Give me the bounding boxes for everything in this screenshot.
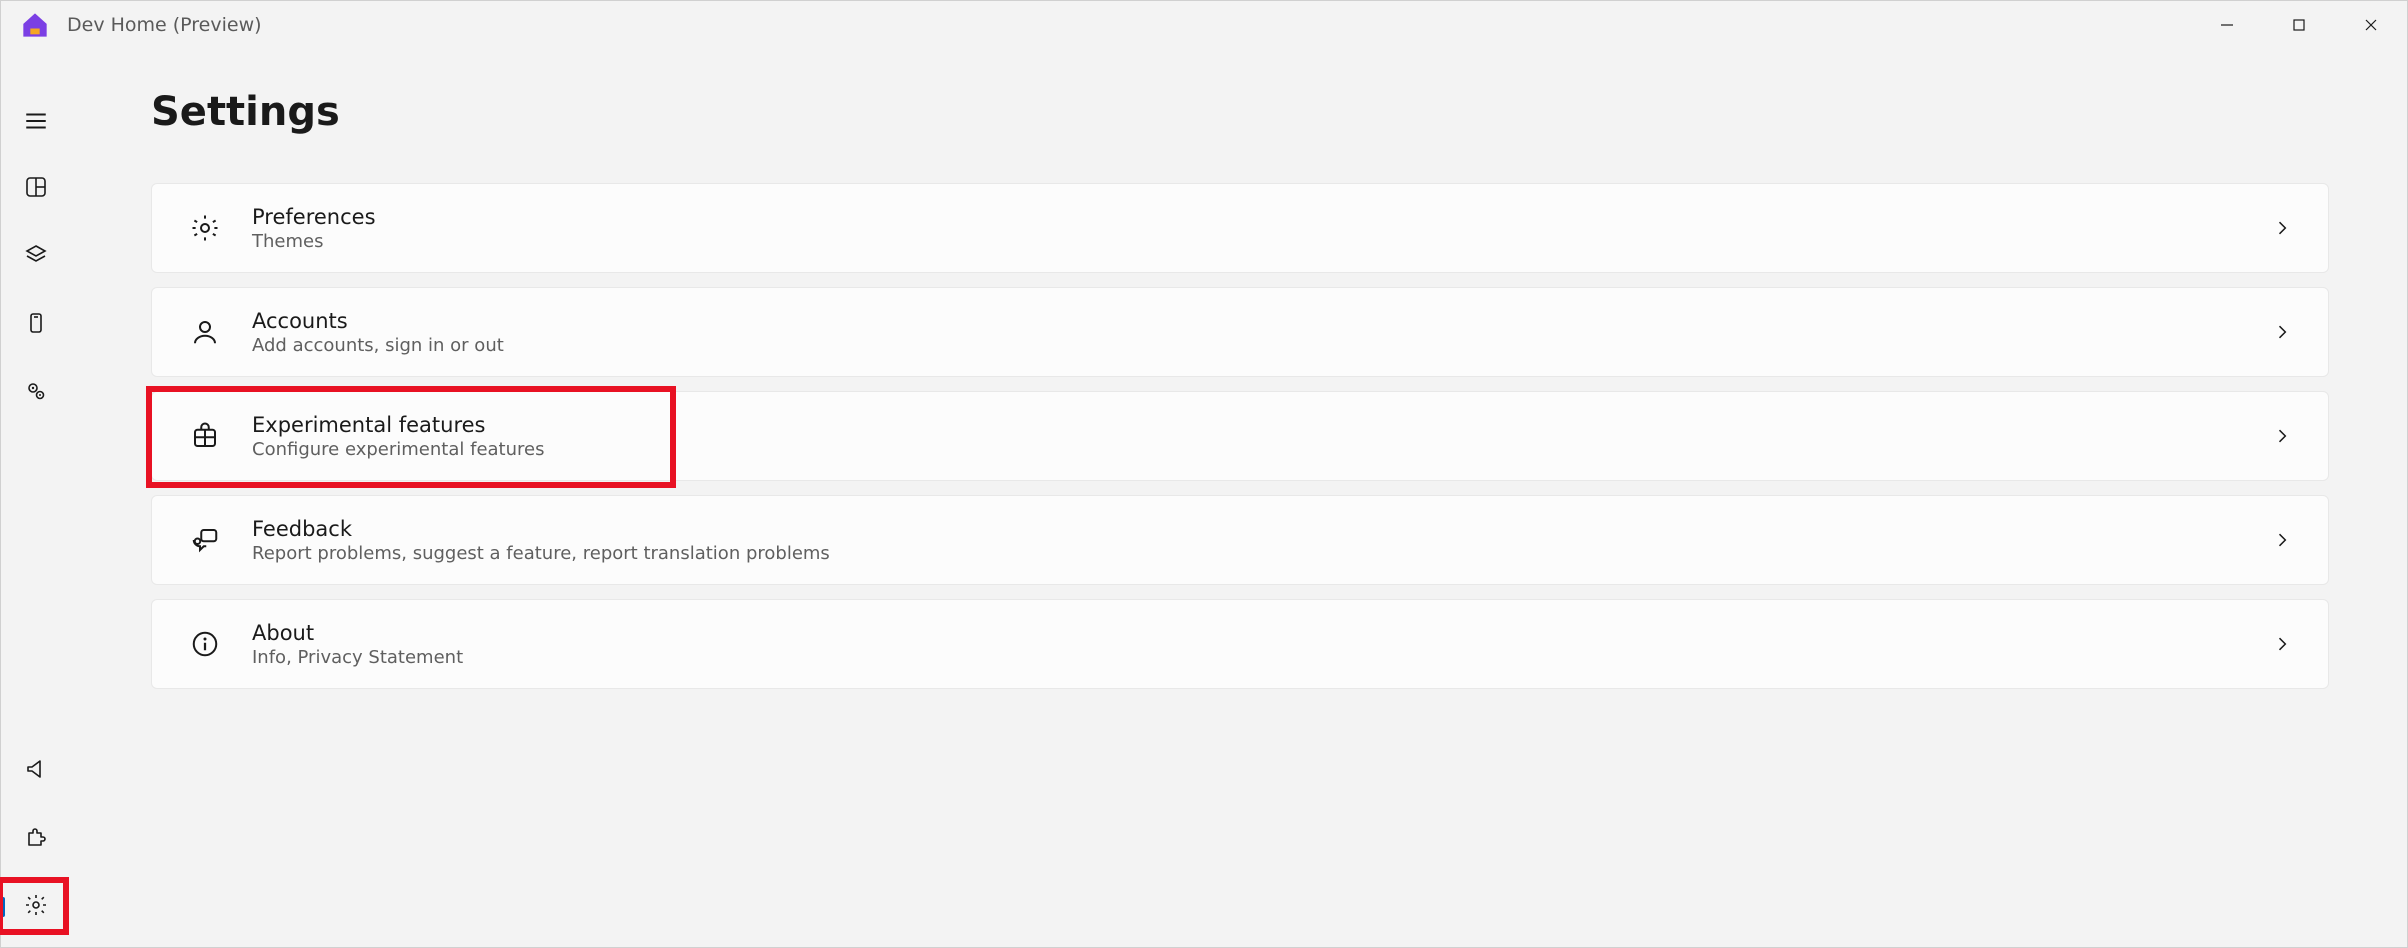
card-desc: Configure experimental features [252, 439, 2242, 460]
person-icon [188, 315, 222, 349]
window-controls [2191, 1, 2407, 49]
sidebar-top-group [1, 101, 71, 413]
sidebar-item-layers[interactable] [11, 237, 61, 277]
chevron-right-icon [2272, 322, 2292, 342]
content-area: Settings Preferences Themes Accounts [71, 49, 2407, 947]
window-title: Dev Home (Preview) [67, 14, 262, 36]
sidebar-item-device[interactable] [11, 305, 61, 345]
hamburger-button[interactable] [11, 101, 61, 141]
app-icon [21, 11, 49, 39]
card-desc: Add accounts, sign in or out [252, 335, 2242, 356]
megaphone-icon [24, 757, 48, 785]
puzzle-icon [24, 825, 48, 853]
gears-icon [24, 379, 48, 407]
card-text: Experimental features Configure experime… [252, 413, 2242, 460]
experimental-icon [188, 419, 222, 453]
maximize-button[interactable] [2263, 1, 2335, 49]
page-title: Settings [151, 89, 2337, 135]
titlebar-left: Dev Home (Preview) [21, 11, 262, 39]
card-title: Accounts [252, 309, 2242, 333]
settings-item-experimental[interactable]: Experimental features Configure experime… [151, 391, 2329, 481]
sidebar-item-whatsnew[interactable] [11, 751, 61, 791]
card-title: Preferences [252, 205, 2242, 229]
settings-item-preferences[interactable]: Preferences Themes [151, 183, 2329, 273]
chevron-right-icon [2272, 634, 2292, 654]
card-desc: Info, Privacy Statement [252, 647, 2242, 668]
layers-icon [24, 243, 48, 271]
body: Settings Preferences Themes Accounts [1, 49, 2407, 947]
settings-icon [24, 893, 48, 921]
sidebar-bottom-group [1, 751, 71, 927]
card-title: About [252, 621, 2242, 645]
card-text: Feedback Report problems, suggest a feat… [252, 517, 2242, 564]
dashboard-icon [24, 175, 48, 203]
titlebar: Dev Home (Preview) [1, 1, 2407, 49]
chevron-right-icon [2272, 218, 2292, 238]
settings-item-feedback[interactable]: Feedback Report problems, suggest a feat… [151, 495, 2329, 585]
sidebar-item-extensions[interactable] [11, 819, 61, 859]
card-desc: Report problems, suggest a feature, repo… [252, 543, 2242, 564]
app-window: Dev Home (Preview) [0, 0, 2408, 948]
minimize-button[interactable] [2191, 1, 2263, 49]
feedback-icon [188, 523, 222, 557]
card-desc: Themes [252, 231, 2242, 252]
close-button[interactable] [2335, 1, 2407, 49]
card-title: Feedback [252, 517, 2242, 541]
sidebar-item-gears[interactable] [11, 373, 61, 413]
sidebar-item-settings[interactable] [11, 887, 61, 927]
device-icon [24, 311, 48, 339]
info-icon [188, 627, 222, 661]
sidebar [1, 49, 71, 947]
settings-item-accounts[interactable]: Accounts Add accounts, sign in or out [151, 287, 2329, 377]
settings-item-about[interactable]: About Info, Privacy Statement [151, 599, 2329, 689]
card-text: Preferences Themes [252, 205, 2242, 252]
settings-list: Preferences Themes Accounts Add accounts… [151, 183, 2337, 689]
gear-icon [188, 211, 222, 245]
card-text: About Info, Privacy Statement [252, 621, 2242, 668]
sidebar-item-dashboard[interactable] [11, 169, 61, 209]
card-title: Experimental features [252, 413, 2242, 437]
chevron-right-icon [2272, 530, 2292, 550]
chevron-right-icon [2272, 426, 2292, 446]
card-text: Accounts Add accounts, sign in or out [252, 309, 2242, 356]
